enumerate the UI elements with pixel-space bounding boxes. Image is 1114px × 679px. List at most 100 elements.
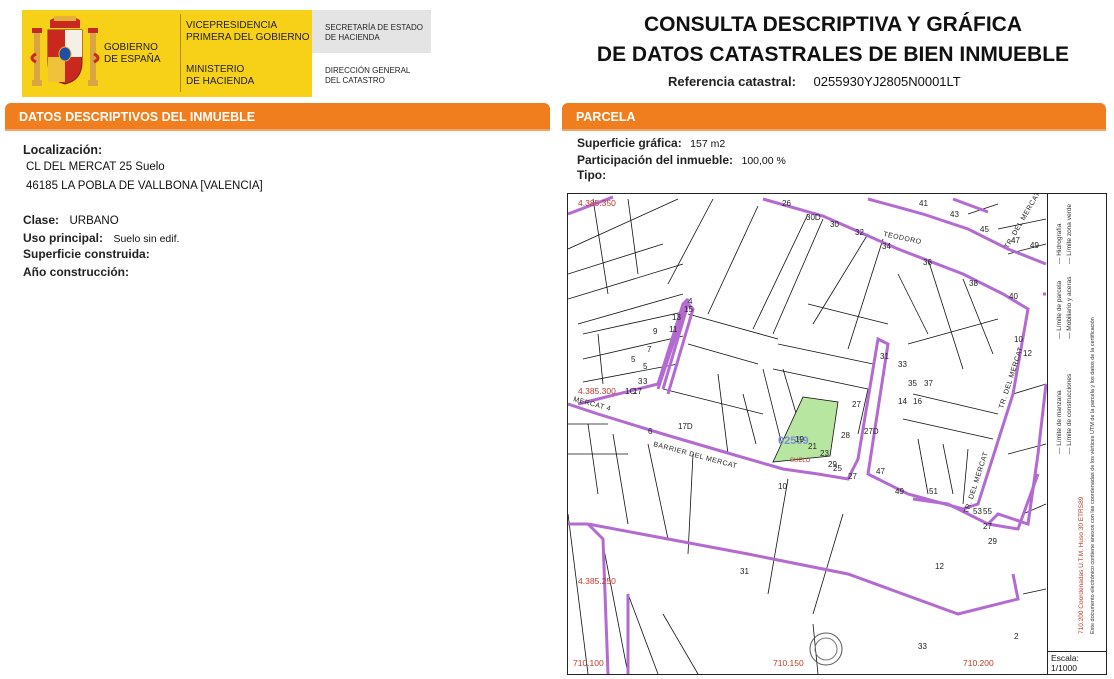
house-number: 2 — [1014, 632, 1019, 641]
house-number: 16 — [913, 397, 922, 406]
section-underline — [5, 129, 550, 131]
participacion-label: Participación del inmueble: — [577, 153, 734, 167]
section-underline — [562, 129, 1106, 131]
logo-divider — [180, 14, 181, 92]
house-number: 27D — [864, 427, 879, 436]
house-number: 31 — [880, 352, 889, 361]
superficie-grafica-value: 157 m2 — [690, 138, 726, 150]
house-number: 43 — [950, 210, 959, 219]
legend-item-manzana: — Límite de manzana — [1056, 390, 1063, 454]
gobierno-label: GOBIERNO DE ESPAÑA — [104, 42, 161, 65]
participacion-row: Participación del inmueble: 100,00 % — [577, 151, 786, 169]
legend-item-construcciones: — Límite de construcciones — [1066, 373, 1073, 454]
house-number: 5 — [643, 362, 648, 371]
superficie-construida-label: Superficie construida: — [23, 247, 150, 261]
house-number: 23 — [820, 449, 829, 458]
house-number: 27 — [852, 400, 861, 409]
vicepresidencia-label: VICEPRESIDENCIA PRIMERA DEL GOBIERNO — [186, 20, 310, 43]
direccion-label: DIRECCIÓN GENERAL DEL CATASTRO — [325, 66, 411, 85]
coat-of-arms-icon — [30, 16, 100, 86]
house-number: 10 — [778, 482, 787, 491]
house-number: 33 — [918, 642, 927, 651]
house-number: 6 — [648, 427, 653, 436]
scale-label: Escala: — [1051, 653, 1079, 663]
house-number: 9 — [653, 327, 658, 336]
coord-x1: 710.100 — [573, 658, 604, 668]
localizacion-label: Localización: — [23, 143, 103, 157]
superficie-grafica-row: Superficie gráfica: 157 m2 — [577, 134, 725, 152]
clase-label: Clase: — [23, 213, 60, 227]
house-number: 1C — [625, 387, 635, 396]
house-number: 3 — [638, 377, 643, 386]
superficie-grafica-label: Superficie gráfica: — [577, 136, 682, 150]
house-number: 33 — [898, 360, 907, 369]
house-number: 17D — [678, 422, 693, 431]
house-number: 47 — [876, 467, 885, 476]
address-line-2: 46185 LA POBLA DE VALLBONA [VALENCIA] — [26, 180, 263, 192]
clase-row: Clase: URBANO — [23, 211, 119, 229]
reference-line: Referencia catastral: 0255930YJ2805N0001… — [668, 74, 961, 89]
house-number: 49 — [1030, 241, 1039, 250]
section-title-parcela: PARCELA — [576, 110, 636, 124]
section-title-datos: DATOS DESCRIPTIVOS DEL INMUEBLE — [19, 110, 256, 124]
page-title: CONSULTA DESCRIPTIVA Y GRÁFICA DE DATOS … — [560, 10, 1106, 70]
map-svg: 4.385.350 4.385.300 4.385.250 710.100 71… — [568, 194, 1047, 674]
title-line-2: DE DATOS CATASTRALES DE BIEN INMUEBLE — [596, 43, 1070, 66]
legend-item-zona-verde: — Límite zona verde — [1066, 204, 1073, 264]
title-line-1: CONSULTA DESCRIPTIVA Y GRÁFICA — [643, 13, 1023, 36]
scale-value: 1/1000 — [1051, 663, 1077, 673]
map-scale: Escala: 1/1000 — [1047, 651, 1107, 675]
house-number: 14 — [898, 397, 907, 406]
house-number: 15 — [684, 305, 693, 314]
legend-item-hidrografia: — Hidrografía — [1056, 223, 1063, 264]
house-number: 38 — [969, 279, 978, 288]
house-number: 21 — [808, 442, 817, 451]
coord-y1: 4.385.350 — [578, 198, 616, 208]
parcel-sub: SUELO — [790, 458, 811, 464]
house-number: 25 — [833, 464, 842, 473]
house-number: 3 — [643, 377, 648, 386]
cadastral-map[interactable]: 4.385.350 4.385.300 4.385.250 710.100 71… — [567, 193, 1048, 675]
legend-item-parcela: — Límite de parcela — [1056, 280, 1063, 339]
uso-value: Suelo sin edif. — [113, 233, 180, 245]
street-mercat-b: BARRIER DEL MERCAT — [652, 441, 737, 470]
legend-item-mobiliario: — Mobiliario y aceras — [1066, 276, 1073, 340]
tipo-label: Tipo: — [577, 168, 607, 182]
uso-row: Uso principal: Suelo sin edif. — [23, 229, 179, 247]
house-number: 51 — [929, 487, 938, 496]
roundabout-inner — [814, 637, 838, 661]
uso-label: Uso principal: — [23, 231, 104, 245]
house-number: 12 — [935, 562, 944, 571]
coord-y2: 4.385.300 — [578, 386, 616, 396]
house-number: 4 — [688, 297, 693, 306]
house-number: 35 — [908, 379, 917, 388]
address-line-1: CL DEL MERCAT 25 Suelo — [26, 161, 165, 173]
coord-y3: 4.385.250 — [578, 576, 616, 586]
house-number: 28 — [841, 431, 850, 440]
house-number: 7 — [647, 345, 652, 354]
secretaria-label: SECRETARÍA DE ESTADO DE HACIENDA — [325, 23, 423, 42]
house-number: 47 — [1011, 236, 1020, 245]
house-number: 36 — [923, 258, 932, 267]
coord-x3: 710.200 — [963, 658, 994, 668]
house-number: 26 — [782, 199, 791, 208]
reference-value[interactable]: 0255930YJ2805N0001LT — [814, 74, 961, 89]
coord-note: 710.200 Coordenadas U.T.M. Huso 30 ETRS8… — [1078, 496, 1085, 634]
participacion-value: 100,00 % — [741, 155, 786, 167]
house-number: 32 — [855, 228, 864, 237]
section-header-datos: DATOS DESCRIPTIVOS DEL INMUEBLE — [5, 103, 550, 129]
house-number: 27 — [983, 522, 992, 531]
anio-construccion-label: Año construcción: — [23, 265, 130, 279]
house-number: 53 — [973, 507, 982, 516]
house-number: 45 — [980, 225, 989, 234]
house-number: 30 — [830, 220, 839, 229]
house-number: 30D — [806, 213, 821, 222]
reference-label: Referencia catastral: — [668, 74, 796, 89]
house-number: 34 — [882, 242, 891, 251]
house-number: 19 — [795, 435, 804, 444]
house-number: 13 — [672, 313, 681, 322]
house-number: 31 — [740, 567, 749, 576]
house-number: 55 — [983, 507, 992, 516]
parcel-id: 02559 — [778, 435, 809, 447]
house-number: 11 — [669, 325, 678, 334]
